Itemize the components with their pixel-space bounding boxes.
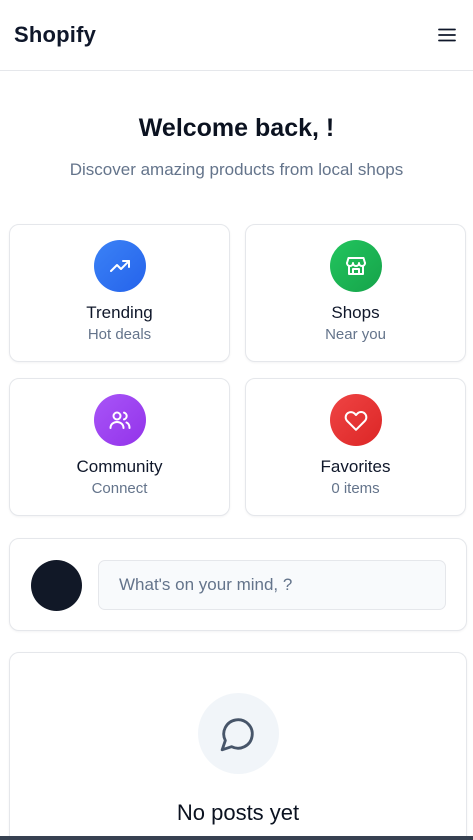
brand-logo[interactable]: Shopify xyxy=(14,22,96,48)
menu-icon xyxy=(438,28,456,42)
empty-feed-card: No posts yet xyxy=(9,652,467,840)
quick-link-community[interactable]: Community Connect xyxy=(9,378,230,516)
quick-link-subtitle: 0 items xyxy=(331,480,380,497)
bottom-edge-bar xyxy=(0,836,473,840)
trending-icon-badge xyxy=(93,240,146,292)
app-header: Shopify xyxy=(0,0,473,71)
quick-link-shops[interactable]: Shops Near you xyxy=(245,224,466,362)
message-circle-icon xyxy=(220,717,254,751)
trending-up-icon xyxy=(109,260,130,272)
quick-link-title: Trending xyxy=(86,303,153,322)
community-icon-badge xyxy=(93,394,146,446)
quick-link-subtitle: Hot deals xyxy=(87,326,152,343)
welcome-subtitle: Discover amazing products from local sho… xyxy=(69,160,404,179)
empty-feed-icon-badge xyxy=(197,693,279,774)
menu-button[interactable] xyxy=(435,23,459,47)
quick-link-title: Community xyxy=(76,457,163,476)
post-composer xyxy=(9,538,467,631)
post-input[interactable] xyxy=(98,560,446,610)
quick-link-title: Favorites xyxy=(320,457,391,476)
empty-feed-title: No posts yet xyxy=(176,800,300,825)
quick-link-subtitle: Connect xyxy=(91,480,148,497)
store-icon xyxy=(345,257,366,275)
avatar[interactable] xyxy=(31,560,82,611)
quick-link-subtitle: Near you xyxy=(325,326,386,343)
quick-link-trending[interactable]: Trending Hot deals xyxy=(9,224,230,362)
welcome-heading: Welcome back, ! xyxy=(138,114,335,142)
quick-link-title: Shops xyxy=(331,303,380,322)
users-icon xyxy=(109,411,130,429)
shops-icon-badge xyxy=(329,240,382,292)
heart-icon xyxy=(344,411,367,431)
favorites-icon-badge xyxy=(329,394,382,446)
quick-link-favorites[interactable]: Favorites 0 items xyxy=(245,378,466,516)
